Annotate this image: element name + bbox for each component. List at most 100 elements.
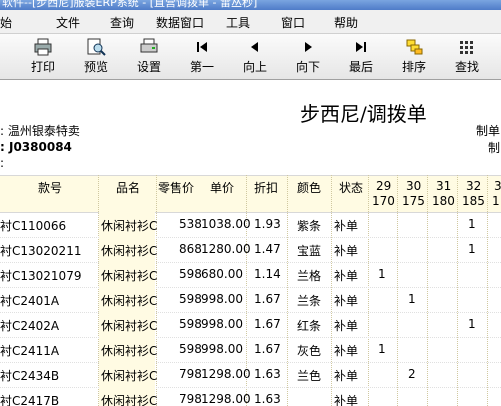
- print-button[interactable]: 打印: [22, 36, 64, 78]
- menu-window[interactable]: 窗口: [281, 14, 305, 31]
- row-retail-price: 598: [179, 267, 202, 281]
- row-discount: 1.47: [254, 242, 281, 256]
- row-status: 补单: [334, 244, 359, 258]
- row-name: 休闲衬衫C: [101, 294, 158, 308]
- col-size-32: 32: [466, 179, 482, 193]
- setup-label: 设置: [136, 60, 161, 74]
- row-name: 休闲衬衫C: [101, 219, 158, 233]
- first-label: 第一: [189, 60, 214, 74]
- setup-button[interactable]: 设置: [128, 36, 170, 78]
- row-name: 休闲衬衫C: [101, 319, 158, 333]
- menu-tools[interactable]: 工具: [226, 14, 250, 31]
- row-code: 衬C2434B: [0, 369, 60, 383]
- table-row[interactable]: 衬C2401A 休闲衬衫C 598 998.00 1.67 兰条 补单 1: [0, 287, 501, 313]
- row-code: 衬C2411A: [0, 344, 60, 358]
- menu-file[interactable]: 文件: [56, 14, 80, 31]
- print-label: 打印: [30, 60, 55, 74]
- last-button[interactable]: 最后: [340, 36, 382, 78]
- menu-start[interactable]: 始: [0, 14, 12, 31]
- row-name: 休闲衬衫C: [101, 344, 158, 358]
- row-status: 补单: [334, 294, 359, 308]
- row-unit-price: 998.00: [201, 342, 243, 356]
- table-row[interactable]: 衬C110066 休闲衬衫C 538 1038.00 1.93 紫条 补单 1: [0, 212, 501, 238]
- table-row[interactable]: 衬C2434B 休闲衬衫C 798 1298.00 1.63 兰色 补单 2: [0, 362, 501, 388]
- table-row[interactable]: 衬C2417B 休闲衬衫C 798 1298.00 1.63 补单: [0, 387, 501, 406]
- table-header: 款号 品名 零售价 单价 折扣 颜色 状态 29 170 30 175 31 1…: [0, 175, 501, 213]
- col-discount: 折扣: [254, 181, 279, 195]
- row-color: 兰格: [297, 269, 322, 283]
- previous-label: 向上: [242, 60, 267, 74]
- row-unit-price: 1038.00: [201, 217, 251, 231]
- sort-button[interactable]: 排序: [393, 36, 435, 78]
- menu-help[interactable]: 帮助: [334, 14, 358, 31]
- maker-label: 制单: [476, 124, 501, 138]
- menu-query[interactable]: 查询: [110, 14, 134, 31]
- row-retail-price: 868: [179, 242, 202, 256]
- row-color: 宝蓝: [297, 244, 322, 258]
- row-discount: 1.67: [254, 342, 281, 356]
- preview-button[interactable]: 预览: [75, 36, 117, 78]
- col-size-170: 170: [372, 194, 395, 208]
- first-record-icon: [197, 42, 207, 52]
- find-label: 查找: [454, 60, 479, 74]
- row-color: 兰条: [297, 294, 322, 308]
- find-icon: [460, 41, 473, 54]
- row-unit-price: 680.00: [201, 267, 243, 281]
- row-status: 补单: [334, 369, 359, 383]
- row-name: 休闲衬衫C: [101, 269, 158, 283]
- row-retail-price: 598: [179, 317, 202, 331]
- row-name: 休闲衬衫C: [101, 369, 158, 383]
- row-code: 衬C13020211: [0, 244, 82, 258]
- row-size-32: 1: [468, 242, 476, 256]
- find-button[interactable]: 查找: [446, 36, 488, 78]
- row-discount: 1.67: [254, 292, 281, 306]
- col-unit-price: 单价: [210, 181, 235, 195]
- preview-icon: [87, 38, 106, 56]
- row-unit-price: 1298.00: [201, 392, 251, 406]
- first-button[interactable]: 第一: [181, 36, 223, 78]
- toolbar: 打印 预览 设置 第一 向上 向下 最后 排序 查找: [0, 34, 501, 80]
- row-retail-price: 798: [179, 392, 202, 406]
- row-color: 红条: [297, 319, 322, 333]
- col-size-175: 175: [402, 194, 425, 208]
- report-title: 步西尼/调拨单: [300, 102, 427, 126]
- table-row[interactable]: 衬C2411A 休闲衬衫C 598 998.00 1.67 灰色 补单 1: [0, 337, 501, 363]
- row-status: 补单: [334, 269, 359, 283]
- store-field: : 温州银泰特卖: [0, 124, 80, 138]
- window-title-bar: 软件--[步西尼]服装ERP系统 - [直营调拨单 - 雷丛秒]: [0, 0, 501, 10]
- next-label: 向下: [295, 60, 320, 74]
- sort-label: 排序: [401, 60, 426, 74]
- row-size-30: 1: [408, 292, 416, 306]
- menu-bar: 始 文件 查询 数据窗口 工具 窗口 帮助: [0, 10, 501, 34]
- table-row[interactable]: 衬C13020211 休闲衬衫C 868 1280.00 1.47 宝蓝 补单 1: [0, 237, 501, 263]
- row-size-29: 1: [378, 342, 386, 356]
- row-code: 衬C2402A: [0, 319, 60, 333]
- row-size-29: 1: [378, 267, 386, 281]
- table-row[interactable]: 衬C13021079 休闲衬衫C 598 680.00 1.14 兰格 补单 1: [0, 262, 501, 288]
- menu-data-window[interactable]: 数据窗口: [156, 14, 204, 31]
- next-button[interactable]: 向下: [287, 36, 329, 78]
- row-size-32: 1: [468, 317, 476, 331]
- table-row[interactable]: 衬C2402A 休闲衬衫C 598 998.00 1.67 红条 补单 1: [0, 312, 501, 338]
- last-label: 最后: [348, 60, 373, 74]
- row-code: 衬C110066: [0, 219, 67, 233]
- row-unit-price: 1280.00: [201, 242, 251, 256]
- row-unit-price: 998.00: [201, 317, 243, 331]
- preview-label: 预览: [83, 60, 108, 74]
- row-retail-price: 538: [179, 217, 202, 231]
- row-retail-price: 598: [179, 292, 202, 306]
- col-size-31: 31: [436, 179, 452, 193]
- maker-label-2: 制: [488, 141, 501, 155]
- page-setup-icon: [140, 38, 158, 53]
- col-size-partial: 3: [494, 179, 501, 193]
- previous-record-icon: [251, 42, 258, 52]
- next-record-icon: [305, 42, 312, 52]
- row-unit-price: 1298.00: [201, 367, 251, 381]
- row-size-32: 1: [468, 217, 476, 231]
- previous-button[interactable]: 向上: [234, 36, 276, 78]
- row-status: 补单: [334, 219, 359, 233]
- row-discount: 1.93: [254, 217, 281, 231]
- row-status: 补单: [334, 344, 359, 358]
- row-discount: 1.63: [254, 367, 281, 381]
- row-discount: 1.67: [254, 317, 281, 331]
